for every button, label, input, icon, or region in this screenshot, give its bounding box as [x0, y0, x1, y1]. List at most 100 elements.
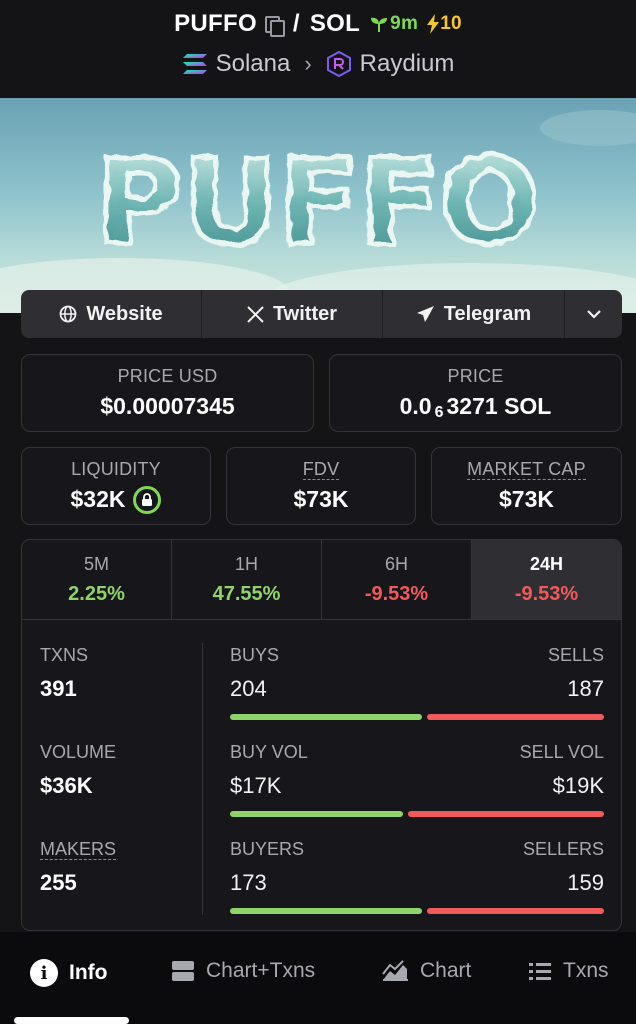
- tab-5m[interactable]: 5M 2.25%: [22, 540, 172, 619]
- makers-bar: [230, 908, 604, 914]
- x-icon: [247, 305, 264, 323]
- liquidity-card: LIQUIDITY $32K: [21, 447, 211, 525]
- txns-stat: TXNS 391: [40, 645, 88, 702]
- quote-symbol: SOL: [309, 10, 361, 37]
- sellers-bar: [426, 908, 604, 914]
- website-label: Website: [86, 302, 163, 325]
- tab-24h[interactable]: 24H -9.53%: [472, 540, 621, 619]
- tab-1h-label: 1H: [234, 553, 258, 574]
- nav-chart-txns[interactable]: Chart+Txns: [171, 959, 315, 983]
- txns-label: TXNS: [40, 645, 89, 665]
- market-cap-value: $73K: [499, 486, 554, 512]
- price-prefix: 0.0: [399, 393, 432, 419]
- tab-5m-label: 5M: [83, 553, 109, 574]
- price-rest: 3271 SOL: [446, 393, 552, 419]
- more-links-button[interactable]: [565, 290, 622, 338]
- sellers-label: SELLERS: [522, 839, 604, 859]
- dex-name[interactable]: Raydium: [360, 50, 455, 78]
- telegram-label: Telegram: [443, 302, 532, 325]
- tab-6h-label: 6H: [384, 553, 408, 574]
- banner-title: PUFFO: [96, 133, 540, 271]
- liquidity-value-row: $32K: [70, 485, 162, 514]
- tab-6h[interactable]: 6H -9.53%: [322, 540, 472, 619]
- bolt-icon: [427, 14, 440, 34]
- token-symbol: PUFFO: [174, 10, 257, 37]
- boost-count: 10: [440, 13, 462, 34]
- nav-info-label: Info: [69, 961, 108, 984]
- txn-metrics: TXNS 391 BUYS SELLS 204 187 VOLUME $36K …: [22, 621, 621, 930]
- nav-chart[interactable]: Chart: [381, 959, 471, 983]
- sells-value: 187: [567, 676, 604, 701]
- solana-icon: [182, 54, 207, 74]
- copy-icon[interactable]: [263, 14, 285, 37]
- makers-stat: MAKERS 255: [40, 839, 117, 896]
- website-button[interactable]: Website: [21, 290, 202, 338]
- nav-txns[interactable]: Txns: [528, 959, 609, 983]
- txns-value: 391: [40, 676, 77, 701]
- age-value: 9m: [390, 13, 419, 34]
- info-icon: i: [30, 959, 58, 987]
- market-cap-card[interactable]: MARKET CAP $73K: [431, 447, 622, 525]
- chevron-down-icon: [586, 310, 601, 319]
- txns-row: TXNS 391 BUYS SELLS 204 187: [22, 621, 621, 720]
- nav-txns-label: Txns: [563, 959, 609, 982]
- tab-5m-change: 2.25%: [68, 582, 125, 605]
- makers-row: MAKERS 255 BUYERS SELLERS 173 159: [22, 815, 621, 914]
- price-usd-value: $0.00007345: [100, 393, 235, 419]
- pair-age: 9m: [370, 13, 418, 35]
- tab-1h-change: 47.55%: [212, 582, 281, 605]
- fdv-value: $73K: [293, 486, 349, 512]
- twitter-button[interactable]: Twitter: [202, 290, 383, 338]
- boost-badge[interactable]: 10: [426, 13, 462, 35]
- tab-24h-change: -9.53%: [514, 582, 579, 605]
- price-zero-count: 6: [434, 403, 444, 421]
- chart-icon: [382, 960, 408, 981]
- buy-sell-volume-stat: BUY VOL SELL VOL $17K $19K: [230, 742, 604, 817]
- volume-stat: VOLUME $36K: [40, 742, 116, 799]
- telegram-icon: [416, 306, 434, 322]
- pair-separator: /: [292, 10, 300, 37]
- tab-6h-change: -9.53%: [364, 582, 429, 605]
- sprout-icon: [371, 17, 388, 32]
- chart-txns-icon: [172, 961, 194, 981]
- buys-label: BUYS: [230, 645, 280, 665]
- buy-vol-label: BUY VOL: [230, 742, 308, 762]
- social-links: Website Twitter Telegram: [21, 290, 622, 338]
- sell-vol-value: $19K: [552, 773, 604, 798]
- sellers-value: 159: [567, 870, 604, 895]
- chain-name[interactable]: Solana: [216, 50, 291, 78]
- fdv-card[interactable]: FDV $73K: [226, 447, 416, 525]
- fdv-label: FDV: [302, 459, 340, 480]
- liquidity-value: $32K: [70, 486, 126, 512]
- volume-value: $36K: [40, 773, 93, 798]
- tab-1h[interactable]: 1H 47.55%: [172, 540, 322, 619]
- twitter-label: Twitter: [272, 302, 338, 325]
- trading-stats-panel: 5M 2.25% 1H 47.55% 6H -9.53% 24H -9.53% …: [21, 539, 622, 931]
- buyers-bar: [230, 908, 422, 914]
- price-usd-card: PRICE USD $0.00007345: [21, 354, 314, 432]
- liquidity-label: LIQUIDITY: [71, 458, 161, 479]
- sells-label: SELLS: [547, 645, 604, 665]
- price-native-card: PRICE 0.0 6 3271 SOL: [329, 354, 622, 432]
- chevron-right-icon: ›: [304, 51, 312, 76]
- nav-chart-txns-label: Chart+Txns: [206, 959, 316, 982]
- list-icon: [529, 963, 551, 980]
- buys-sells-stat: BUYS SELLS 204 187: [230, 645, 604, 720]
- lock-icon[interactable]: [133, 485, 162, 514]
- makers-label[interactable]: MAKERS: [40, 839, 117, 860]
- price-native-label: PRICE: [447, 366, 504, 386]
- buys-value: 204: [230, 676, 267, 701]
- market-cap-label: MARKET CAP: [467, 459, 586, 480]
- nav-info[interactable]: i Info: [30, 959, 107, 987]
- nav-chart-label: Chart: [420, 959, 472, 982]
- sell-vol-label: SELL VOL: [519, 742, 604, 762]
- tab-24h-label: 24H: [529, 553, 564, 574]
- price-native-value: 0.0 6 3271 SOL: [399, 393, 552, 421]
- volume-row: VOLUME $36K BUY VOL SELL VOL $17K $19K: [22, 718, 621, 817]
- buyers-sellers-stat: BUYERS SELLERS 173 159: [230, 839, 604, 914]
- timeframe-tabs: 5M 2.25% 1H 47.55% 6H -9.53% 24H -9.53%: [22, 540, 621, 620]
- telegram-button[interactable]: Telegram: [383, 290, 565, 338]
- token-banner: PUFFO: [0, 98, 636, 313]
- raydium-icon: [326, 51, 351, 77]
- price-usd-label: PRICE USD: [117, 366, 218, 386]
